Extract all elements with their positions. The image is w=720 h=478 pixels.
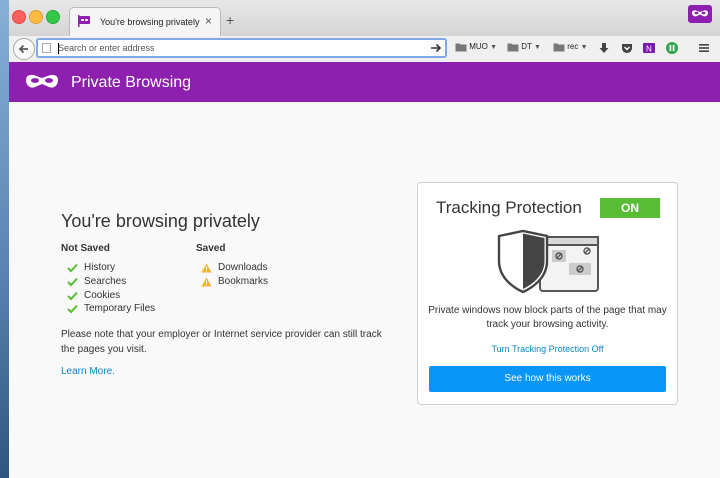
- folder-icon: [507, 43, 519, 52]
- menu-icon[interactable]: [697, 41, 711, 55]
- intro-heading: You're browsing privately: [61, 211, 260, 231]
- private-browsing-tab-icon: [78, 15, 90, 27]
- turn-off-tracking-link[interactable]: Turn Tracking Protection Off: [428, 344, 667, 354]
- tab-close-icon[interactable]: ×: [205, 14, 212, 28]
- url-bar[interactable]: [36, 38, 447, 58]
- private-browsing-header: Private Browsing: [9, 62, 720, 102]
- see-how-it-works-button[interactable]: See how this works: [429, 366, 666, 392]
- tab-private-browsing[interactable]: You're browsing privately ×: [69, 7, 221, 36]
- saved-item: Downloads: [218, 262, 268, 273]
- private-browsing-content: You're browsing privately Not Saved Save…: [9, 102, 720, 478]
- checkmark-icon: [67, 263, 78, 273]
- pocket-icon[interactable]: [620, 41, 634, 55]
- not-saved-item: History: [84, 262, 116, 273]
- tracking-description: Private windows now block parts of the p…: [428, 305, 667, 330]
- search-input[interactable]: [58, 41, 398, 55]
- bookmark-folder-dt[interactable]: DT ▼: [507, 42, 541, 56]
- not-saved-item: Searches: [84, 276, 127, 287]
- not-saved-item: Cookies: [84, 290, 121, 301]
- checkmark-icon: [67, 277, 78, 287]
- not-saved-item: Temporary Files: [84, 303, 156, 314]
- bookmark-label: rec: [567, 42, 579, 52]
- status-badge: ON: [600, 198, 660, 218]
- window-minimize-button[interactable]: [29, 10, 43, 24]
- svg-text:N: N: [646, 45, 652, 54]
- bookmark-label: MUO: [469, 42, 488, 52]
- saved-item: Bookmarks: [218, 276, 269, 287]
- back-arrow-icon: [18, 44, 28, 54]
- saved-heading: Saved: [196, 243, 226, 254]
- tab-title: You're browsing privately: [100, 17, 200, 27]
- page-identity-icon: [42, 43, 51, 53]
- bookmark-folder-muo[interactable]: MUO ▼: [455, 42, 497, 56]
- mask-icon: [26, 74, 58, 88]
- text-cursor: [58, 43, 59, 54]
- tracking-protection-card: Tracking Protection ON Private windows n…: [417, 182, 678, 405]
- extension-icon[interactable]: [665, 41, 679, 55]
- bookmark-label: DT: [521, 42, 532, 52]
- chevron-down-icon: ▼: [580, 44, 588, 52]
- chevron-down-icon: ▼: [490, 44, 498, 52]
- browser-window: You're browsing privately × + Search or …: [9, 0, 720, 478]
- tab-strip: You're browsing privately × +: [9, 0, 720, 36]
- not-saved-heading: Not Saved: [61, 243, 110, 254]
- page-title: Private Browsing: [71, 74, 192, 91]
- warning-icon: [201, 277, 212, 287]
- tracking-shield-illustration-icon: [497, 229, 599, 294]
- folder-icon: [553, 43, 565, 52]
- window-close-button[interactable]: [12, 10, 26, 24]
- learn-more-link[interactable]: Learn More.: [61, 366, 115, 377]
- bookmark-folder-rec[interactable]: rec ▼: [553, 42, 588, 56]
- folder-icon: [455, 43, 467, 52]
- onenote-icon[interactable]: N: [642, 41, 656, 55]
- tracking-note: Please note that your employer or Intern…: [61, 329, 382, 355]
- tracking-protection-title: Tracking Protection: [436, 198, 582, 217]
- checkmark-icon: [67, 291, 78, 301]
- checkmark-icon: [67, 304, 78, 314]
- downloads-icon[interactable]: [597, 41, 611, 55]
- navigation-toolbar: MUO ▼ DT ▼ rec ▼ N: [9, 36, 720, 63]
- new-tab-button[interactable]: +: [226, 13, 234, 27]
- back-button[interactable]: [13, 38, 35, 60]
- private-browsing-indicator-icon: [688, 5, 712, 23]
- go-arrow-icon[interactable]: [428, 40, 444, 56]
- chevron-down-icon: ▼: [534, 44, 541, 52]
- window-maximize-button[interactable]: [46, 10, 60, 24]
- warning-icon: [201, 263, 212, 273]
